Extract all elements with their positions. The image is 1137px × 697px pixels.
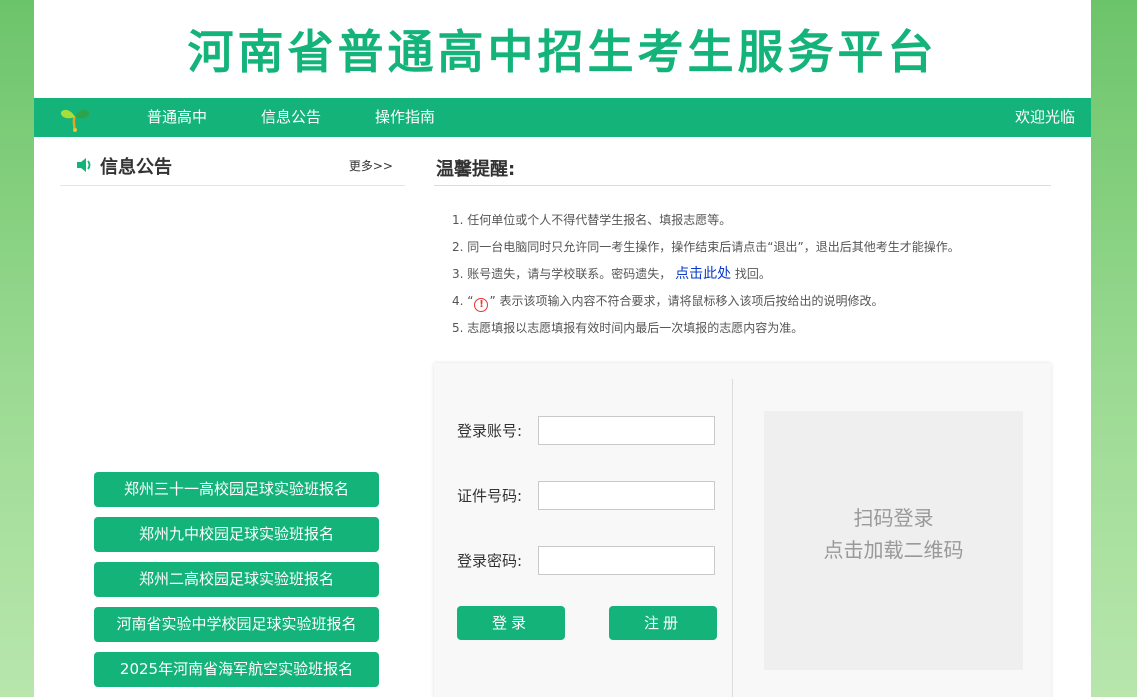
- sprout-logo-icon: [60, 109, 90, 132]
- tip-item: 5. 志愿填报以志愿填报有效时间内最后一次填报的志愿内容为准。: [452, 321, 804, 335]
- page-container: 河南省普通高中招生考生服务平台 普通高中 信息公告 操作指南 欢迎光临 信息公告…: [34, 0, 1091, 697]
- tip-text: 3. 账号遗失，请与学校联系。密码遗失，: [452, 267, 672, 281]
- nav-item-announcements[interactable]: 信息公告: [261, 98, 321, 137]
- password-label: 登录密码:: [457, 552, 523, 570]
- account-input[interactable]: [538, 416, 715, 445]
- account-label: 登录账号:: [457, 422, 523, 440]
- signup-button-list: 郑州三十一高校园足球实验班报名 郑州九中校园足球实验班报名 郑州二高校园足球实验…: [94, 472, 379, 697]
- top-nav: 普通高中 信息公告 操作指南 欢迎光临: [34, 98, 1091, 137]
- register-button[interactable]: 注册: [609, 606, 717, 640]
- tips-list: 1. 任何单位或个人不得代替学生报名、填报志愿等。 2. 同一台电脑同时只允许同…: [452, 210, 1072, 345]
- more-link[interactable]: 更多>>: [349, 157, 393, 174]
- notice-header: 信息公告 更多>>: [60, 148, 405, 186]
- welcome-text: 欢迎光临: [1014, 108, 1075, 126]
- id-number-input[interactable]: [538, 481, 715, 510]
- signup-button-zz2[interactable]: 郑州二高校园足球实验班报名: [94, 562, 379, 597]
- background-right: [1091, 0, 1137, 697]
- tip-item: 4. “!” 表示该项输入内容不符合要求，请将鼠标移入该项后按给出的说明修改。: [452, 291, 1072, 318]
- signup-button-zz31[interactable]: 郑州三十一高校园足球实验班报名: [94, 472, 379, 507]
- load-qr-button[interactable]: 点击加载二维码: [764, 534, 1023, 563]
- nav-item-guide[interactable]: 操作指南: [375, 98, 435, 137]
- id-number-label: 证件号码:: [457, 487, 523, 505]
- qr-login-area[interactable]: 扫码登录 点击加载二维码: [764, 411, 1023, 670]
- password-recovery-link[interactable]: 点击此处: [675, 266, 731, 282]
- notice-title: 信息公告: [100, 157, 172, 178]
- signup-button-zz9[interactable]: 郑州九中校园足球实验班报名: [94, 517, 379, 552]
- tip-text: 找回。: [734, 267, 771, 281]
- qr-login-title: 扫码登录: [853, 506, 934, 530]
- tip-item: 2. 同一台电脑同时只允许同一考生操作，操作结束后请点击“退出”，退出后其他考生…: [452, 240, 960, 254]
- signup-button-navy-aviation[interactable]: 2025年河南省海军航空实验班报名: [94, 652, 379, 687]
- tips-title: 温馨提醒:: [436, 159, 516, 180]
- tip-text: ” 表示该项输入内容不符合要求，请将鼠标移入该项后按给出的说明修改。: [489, 294, 884, 308]
- panel-divider: [732, 379, 733, 697]
- nav-item-high-school[interactable]: 普通高中: [147, 98, 207, 137]
- tip-item: 1. 任何单位或个人不得代替学生报名、填报志愿等。: [452, 213, 732, 227]
- tip-text: 4. “: [452, 294, 474, 308]
- login-panel: 登录账号: 证件号码: 登录密码: 登录 注册 扫码登录 点击加载二维码: [434, 363, 1051, 697]
- site-title: 河南省普通高中招生考生服务平台: [187, 25, 938, 79]
- tip-item: 3. 账号遗失，请与学校联系。密码遗失， 点击此处 找回。: [452, 264, 1072, 291]
- speaker-icon: [77, 158, 91, 172]
- password-input[interactable]: [538, 546, 715, 575]
- signup-button-hnsy[interactable]: 河南省实验中学校园足球实验班报名: [94, 607, 379, 642]
- tips-header: 温馨提醒:: [434, 148, 1051, 186]
- background-left: [0, 0, 34, 697]
- warning-icon: !: [474, 298, 489, 312]
- login-button[interactable]: 登录: [457, 606, 565, 640]
